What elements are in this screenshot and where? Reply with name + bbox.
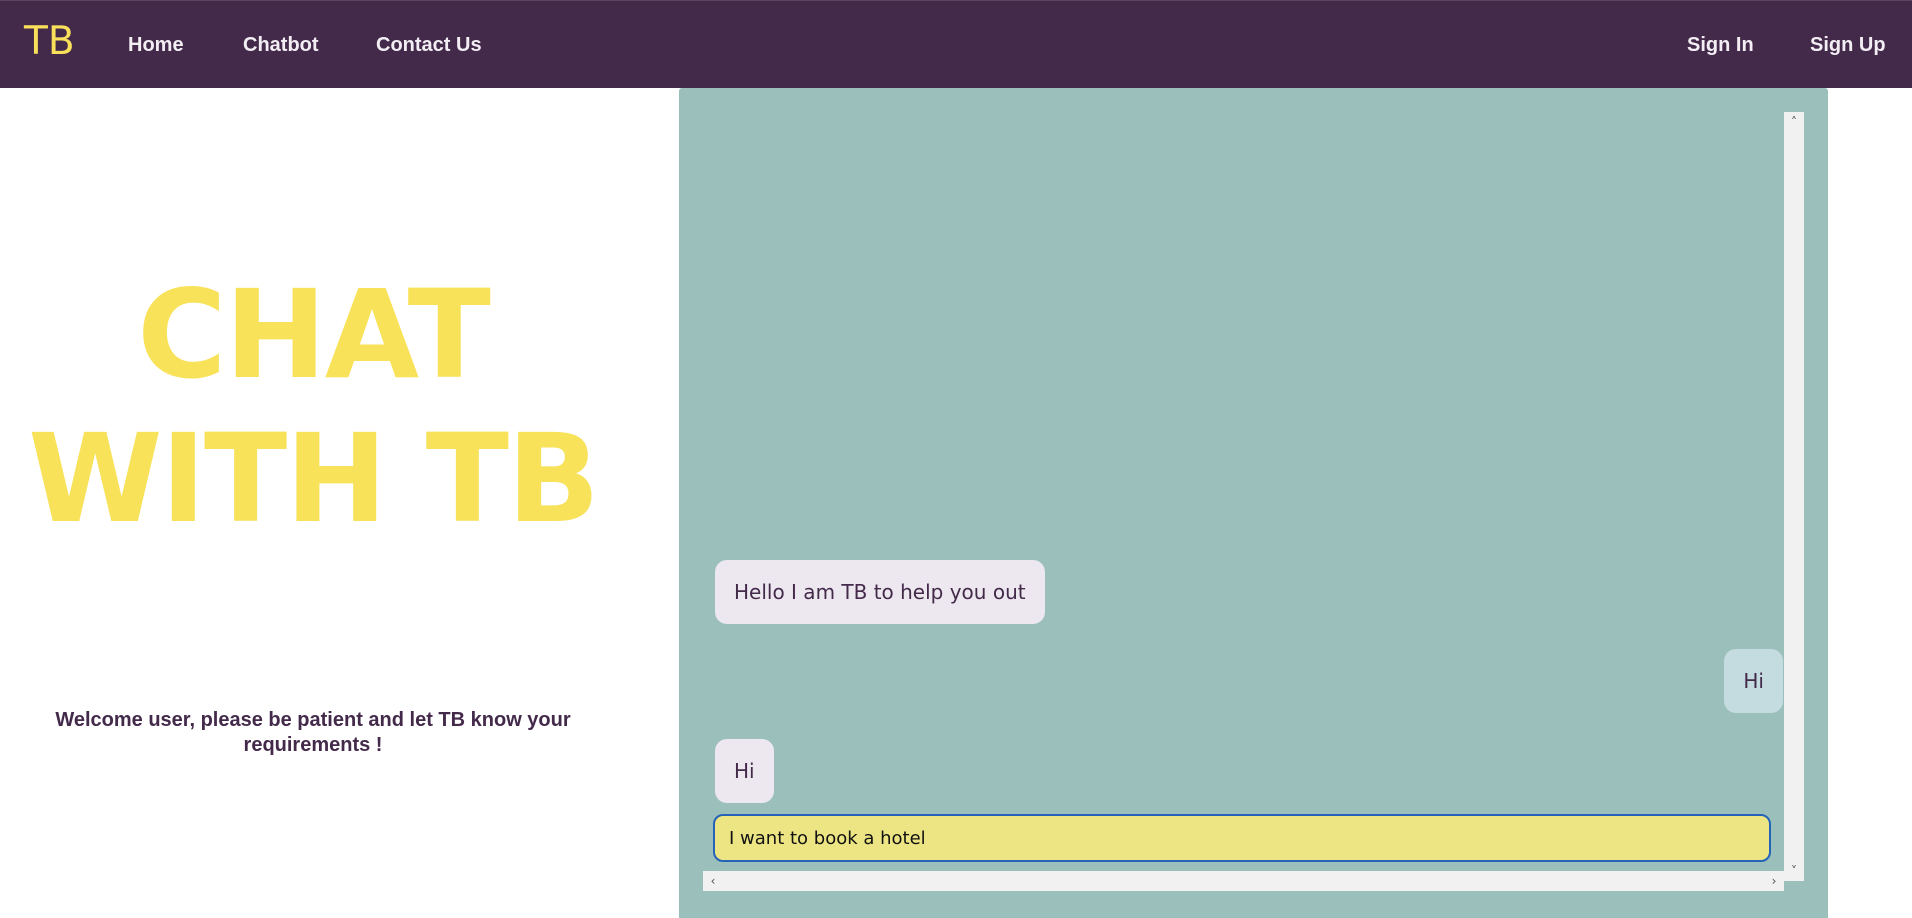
nav-link-contact-us[interactable]: Contact Us [376,32,482,58]
sign-up-link[interactable]: Sign Up [1810,32,1886,58]
chat-input[interactable] [713,814,1771,862]
navbar: TB Home Chatbot Contact Us Sign In Sign … [0,0,1912,88]
chat-message-area[interactable]: Hello I am TB to help you out Hi Hi [703,112,1795,881]
sign-in-link[interactable]: Sign In [1687,32,1754,58]
hero-title: CHAT WITH TB [0,263,626,551]
hero-title-line1: CHAT [137,264,491,406]
chevron-down-icon[interactable]: ˅ [1784,861,1804,881]
horizontal-scrollbar[interactable]: ‹ › [703,871,1784,891]
welcome-message: Welcome user, please be patient and let … [55,709,571,756]
scrollbar-thumb[interactable] [1787,130,1801,860]
nav-link-chatbot[interactable]: Chatbot [243,32,319,58]
chat-message-user: Hi [1724,649,1783,713]
brand-logo[interactable]: TB [24,19,75,65]
nav-link-home[interactable]: Home [128,32,184,58]
chevron-left-icon[interactable]: ‹ [703,871,723,891]
chevron-up-icon[interactable]: ˄ [1784,112,1804,132]
chevron-right-icon[interactable]: › [1764,871,1784,891]
chat-message-bot: Hello I am TB to help you out [715,560,1045,624]
hero-title-line2: WITH TB [28,408,600,550]
hero-panel: CHAT WITH TB Welcome user, please be pat… [0,88,626,918]
chat-panel: Hello I am TB to help you out Hi Hi ˄ ˅ … [679,88,1828,918]
chat-message-bot: Hi [715,739,774,803]
vertical-scrollbar[interactable]: ˄ ˅ [1784,112,1804,881]
